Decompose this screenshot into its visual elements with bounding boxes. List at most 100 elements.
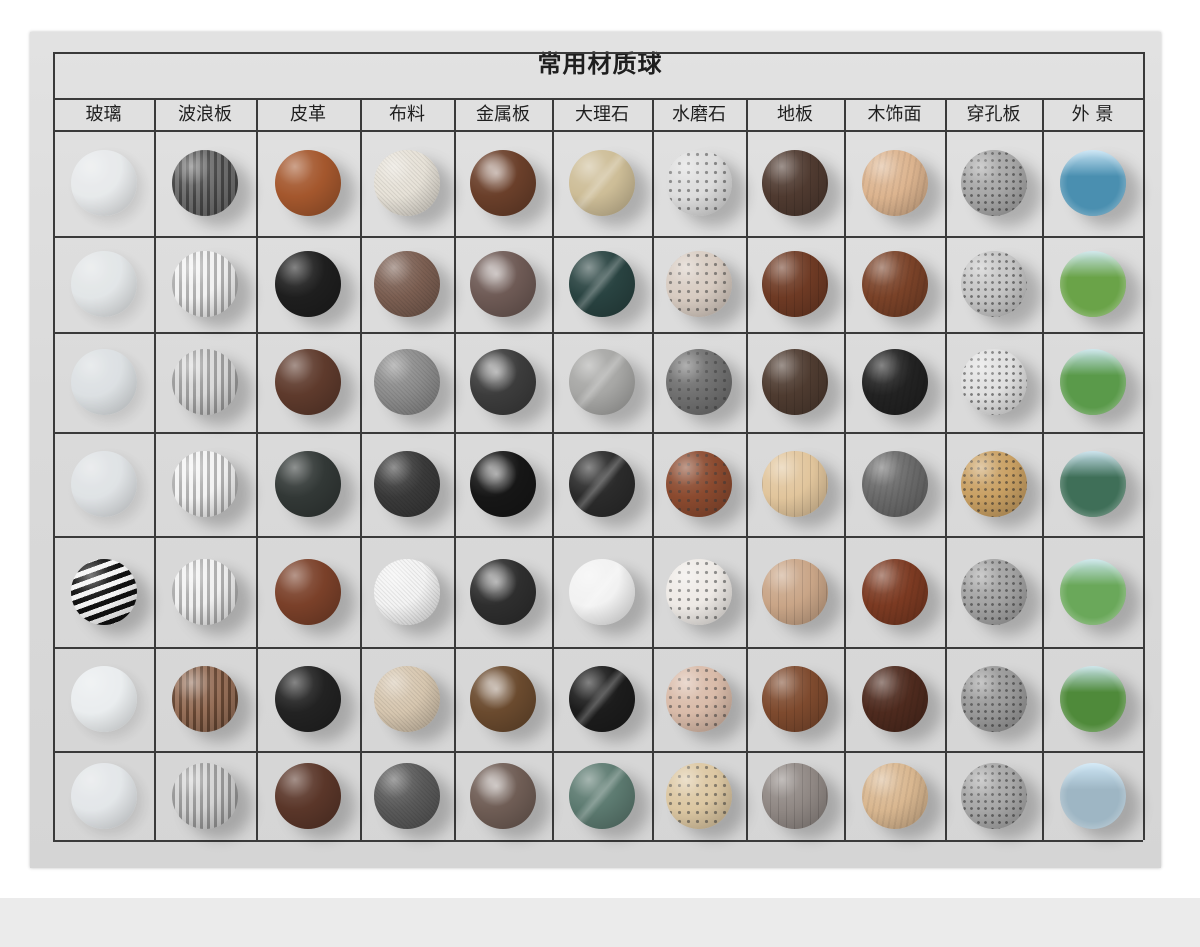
material-cell-wave-4[interactable] xyxy=(154,432,256,536)
material-cell-fabric-7[interactable] xyxy=(360,751,454,840)
material-cell-glass-4[interactable] xyxy=(53,432,154,536)
material-cell-veneer-2[interactable] xyxy=(844,236,945,332)
row-line xyxy=(53,840,1143,842)
material-cell-terrazzo-7[interactable] xyxy=(652,751,746,840)
material-cell-veneer-7[interactable] xyxy=(844,751,945,840)
column-header-metal: 金属板 xyxy=(476,104,530,125)
material-cell-metal-6[interactable] xyxy=(454,647,552,751)
material-cell-floor-5[interactable] xyxy=(746,536,844,647)
material-cell-perforated-1[interactable] xyxy=(945,130,1042,236)
material-cell-floor-6[interactable] xyxy=(746,647,844,751)
material-cell-veneer-5[interactable] xyxy=(844,536,945,647)
material-sphere-marble xyxy=(569,666,635,732)
material-cell-fabric-2[interactable] xyxy=(360,236,454,332)
material-cell-marble-6[interactable] xyxy=(552,647,652,751)
material-sphere-marble xyxy=(569,762,635,829)
material-cell-leather-1[interactable] xyxy=(256,130,360,236)
material-sphere-marble xyxy=(569,349,635,415)
material-cell-leather-2[interactable] xyxy=(256,236,360,332)
material-cell-terrazzo-5[interactable] xyxy=(652,536,746,647)
column-header-scenery: 外 景 xyxy=(1071,104,1114,125)
material-cell-metal-3[interactable] xyxy=(454,332,552,432)
material-sphere-glass xyxy=(70,762,137,829)
material-cell-scenery-6[interactable] xyxy=(1042,647,1143,751)
material-cell-veneer-4[interactable] xyxy=(844,432,945,536)
material-cell-leather-5[interactable] xyxy=(256,536,360,647)
material-cell-fabric-3[interactable] xyxy=(360,332,454,432)
material-cell-floor-4[interactable] xyxy=(746,432,844,536)
material-cell-glass-3[interactable] xyxy=(53,332,154,432)
material-cell-veneer-1[interactable] xyxy=(844,130,945,236)
material-cell-glass-2[interactable] xyxy=(53,236,154,332)
material-cell-fabric-6[interactable] xyxy=(360,647,454,751)
material-cell-perforated-2[interactable] xyxy=(945,236,1042,332)
material-cell-floor-2[interactable] xyxy=(746,236,844,332)
material-cell-scenery-7[interactable] xyxy=(1042,751,1143,840)
material-sphere-fabric xyxy=(374,251,440,317)
material-cell-metal-5[interactable] xyxy=(454,536,552,647)
material-cell-perforated-5[interactable] xyxy=(945,536,1042,647)
material-sphere-floor xyxy=(762,558,828,625)
material-cell-leather-3[interactable] xyxy=(256,332,360,432)
material-sphere-wave xyxy=(172,251,238,317)
material-cell-veneer-6[interactable] xyxy=(844,647,945,751)
material-cell-glass-1[interactable] xyxy=(53,130,154,236)
material-sphere-glass xyxy=(70,558,137,625)
material-cell-leather-6[interactable] xyxy=(256,647,360,751)
material-cell-perforated-3[interactable] xyxy=(945,332,1042,432)
material-cell-perforated-7[interactable] xyxy=(945,751,1042,840)
material-cell-marble-1[interactable] xyxy=(552,130,652,236)
material-sphere-fabric xyxy=(374,349,440,415)
material-cell-leather-4[interactable] xyxy=(256,432,360,536)
material-cell-wave-2[interactable] xyxy=(154,236,256,332)
material-sphere-glass xyxy=(70,251,137,317)
material-cell-glass-5[interactable] xyxy=(53,536,154,647)
material-cell-terrazzo-1[interactable] xyxy=(652,130,746,236)
material-cell-floor-3[interactable] xyxy=(746,332,844,432)
material-cell-floor-7[interactable] xyxy=(746,751,844,840)
material-cell-scenery-1[interactable] xyxy=(1042,130,1143,236)
material-cell-terrazzo-4[interactable] xyxy=(652,432,746,536)
material-cell-scenery-4[interactable] xyxy=(1042,432,1143,536)
material-sphere-terrazzo xyxy=(666,558,732,625)
material-cell-terrazzo-3[interactable] xyxy=(652,332,746,432)
material-cell-metal-1[interactable] xyxy=(454,130,552,236)
material-cell-wave-7[interactable] xyxy=(154,751,256,840)
material-sphere-glass xyxy=(70,150,137,216)
material-cell-marble-2[interactable] xyxy=(552,236,652,332)
material-cell-glass-7[interactable] xyxy=(53,751,154,840)
material-cell-fabric-1[interactable] xyxy=(360,130,454,236)
material-sphere-veneer xyxy=(861,349,928,415)
material-cell-metal-7[interactable] xyxy=(454,751,552,840)
material-sphere-floor xyxy=(762,349,828,415)
material-cell-scenery-5[interactable] xyxy=(1042,536,1143,647)
material-cell-wave-3[interactable] xyxy=(154,332,256,432)
material-sphere-marble xyxy=(569,150,635,216)
material-cell-terrazzo-2[interactable] xyxy=(652,236,746,332)
material-cell-metal-2[interactable] xyxy=(454,236,552,332)
material-sphere-fabric xyxy=(374,558,440,625)
material-cell-wave-5[interactable] xyxy=(154,536,256,647)
material-cell-perforated-4[interactable] xyxy=(945,432,1042,536)
material-cell-wave-1[interactable] xyxy=(154,130,256,236)
material-cell-veneer-3[interactable] xyxy=(844,332,945,432)
material-cell-perforated-6[interactable] xyxy=(945,647,1042,751)
material-cell-leather-7[interactable] xyxy=(256,751,360,840)
material-cell-marble-4[interactable] xyxy=(552,432,652,536)
material-cell-marble-7[interactable] xyxy=(552,751,652,840)
material-cell-glass-6[interactable] xyxy=(53,647,154,751)
material-cell-terrazzo-6[interactable] xyxy=(652,647,746,751)
material-sphere-veneer xyxy=(861,666,928,732)
material-cell-marble-5[interactable] xyxy=(552,536,652,647)
material-cell-fabric-4[interactable] xyxy=(360,432,454,536)
material-sphere-leather xyxy=(275,558,341,625)
material-cell-floor-1[interactable] xyxy=(746,130,844,236)
material-cell-marble-3[interactable] xyxy=(552,332,652,432)
material-cell-scenery-2[interactable] xyxy=(1042,236,1143,332)
material-cell-wave-6[interactable] xyxy=(154,647,256,751)
material-sphere-marble xyxy=(569,451,635,517)
material-cell-fabric-5[interactable] xyxy=(360,536,454,647)
material-cell-scenery-3[interactable] xyxy=(1042,332,1143,432)
material-cell-metal-4[interactable] xyxy=(454,432,552,536)
material-sphere-scenery xyxy=(1059,558,1126,625)
